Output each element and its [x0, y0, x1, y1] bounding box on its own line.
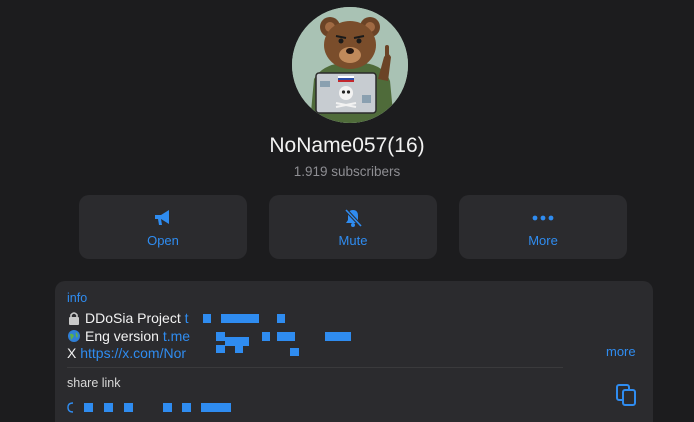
info-line-project: DDoSia Project t [67, 310, 188, 326]
redaction-block [84, 403, 93, 412]
info-line-project-text: DDoSia Project [85, 310, 181, 326]
redaction-block [124, 403, 133, 412]
open-label: Open [147, 232, 179, 248]
link-icon [67, 402, 74, 413]
more-label: More [528, 232, 558, 248]
share-link-value[interactable] [67, 400, 267, 414]
info-line-x-link[interactable]: https://x.com/Nor [80, 345, 186, 361]
redaction-block [203, 314, 211, 323]
redaction-block [290, 348, 299, 356]
redaction-block [216, 332, 225, 341]
mute-label: Mute [338, 232, 368, 248]
open-button[interactable]: Open [79, 195, 247, 259]
more-button[interactable]: More [459, 195, 627, 259]
redaction-block [277, 314, 285, 323]
info-line-eng: Eng version t.me [67, 328, 190, 344]
more-link[interactable]: more [606, 344, 636, 359]
redaction-block [216, 345, 225, 353]
redaction-block [277, 332, 295, 341]
info-line-project-link[interactable]: t [185, 310, 189, 326]
info-heading: info [67, 291, 88, 305]
redaction-block [163, 403, 172, 412]
redaction-block [262, 332, 270, 341]
lock-emoji-icon [67, 311, 81, 325]
info-card: info DDoSia Project t Eng version t.me X… [55, 281, 653, 422]
channel-name: NoName057(16) [269, 134, 425, 157]
info-line-eng-text: Eng version [85, 328, 159, 344]
subscriber-count: 1.919 subscribers [293, 164, 401, 179]
copy-icon[interactable] [615, 383, 637, 412]
bell-slash-icon [343, 207, 363, 229]
info-line-x: X https://x.com/Nor [67, 345, 186, 361]
globe-emoji-icon [67, 329, 81, 343]
mute-button[interactable]: Mute [269, 195, 437, 259]
bear-hacker-illustration [292, 7, 408, 123]
redaction-block [182, 403, 191, 412]
megaphone-icon [153, 207, 173, 229]
redaction-block [235, 345, 243, 353]
redaction-block [325, 332, 351, 341]
info-line-x-text: X [67, 345, 77, 361]
divider [67, 367, 563, 368]
redaction-block [201, 403, 231, 412]
ellipsis-icon [532, 207, 554, 229]
channel-avatar[interactable] [292, 7, 408, 123]
share-link-heading: share link [67, 376, 121, 390]
redaction-block [104, 403, 113, 412]
info-line-eng-link[interactable]: t.me [163, 328, 190, 344]
redaction-block [221, 314, 259, 323]
